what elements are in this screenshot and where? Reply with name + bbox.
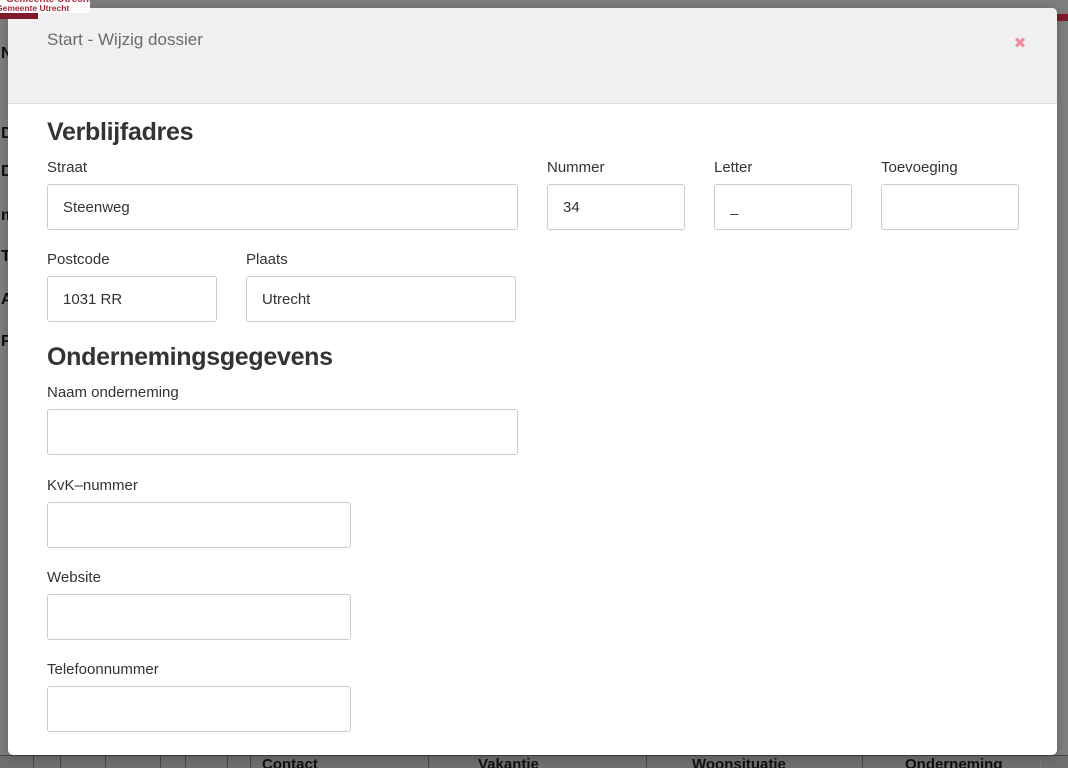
field-toevoeging: Toevoeging [881, 159, 1019, 230]
field-straat: Straat [47, 159, 518, 230]
brand-bar-right [1057, 14, 1068, 21]
field-kvk-nummer: KvK–nummer [47, 477, 1019, 548]
close-icon[interactable]: ✖ [1007, 30, 1033, 56]
section-heading-ondernemingsgegevens: Ondernemingsgegevens [47, 343, 1019, 372]
address-row-2: Postcode Plaats [47, 251, 1019, 322]
postcode-input[interactable] [47, 276, 217, 322]
address-row-1: Straat Nummer Letter Toevoeging [47, 159, 1019, 230]
naam-onderneming-input[interactable] [47, 409, 518, 455]
field-nummer: Nummer [547, 159, 685, 230]
letter-input[interactable] [714, 184, 852, 230]
dialog-header: Start - Wijzig dossier ✖ [8, 8, 1057, 104]
nummer-label: Nummer [547, 159, 685, 176]
naam-onderneming-label: Naam onderneming [47, 384, 1019, 401]
field-postcode: Postcode [47, 251, 217, 322]
telefoonnummer-label: Telefoonnummer [47, 661, 1019, 678]
dialog-title: Start - Wijzig dossier [47, 30, 203, 50]
field-letter: Letter [714, 159, 852, 230]
wijzig-dossier-dialog: Start - Wijzig dossier ✖ Verblijfadres S… [8, 8, 1057, 755]
section-heading-verblijfadres: Verblijfadres [47, 118, 1019, 147]
postcode-label: Postcode [47, 251, 217, 268]
website-input[interactable] [47, 594, 351, 640]
toevoeging-input[interactable] [881, 184, 1019, 230]
kvk-nummer-input[interactable] [47, 502, 351, 548]
brand-bar-left [0, 13, 38, 19]
toevoeging-label: Toevoeging [881, 159, 1019, 176]
nummer-input[interactable] [547, 184, 685, 230]
kvk-nummer-label: KvK–nummer [47, 477, 1019, 494]
dialog-body: Verblijfadres Straat Nummer Letter Toevo… [8, 104, 1057, 732]
telefoonnummer-input[interactable] [47, 686, 351, 732]
plaats-label: Plaats [246, 251, 516, 268]
straat-label: Straat [47, 159, 518, 176]
logo-text: Gemeente Utrecht [0, 3, 69, 13]
plaats-input[interactable] [246, 276, 516, 322]
website-label: Website [47, 569, 1019, 586]
field-telefoonnummer: Telefoonnummer [47, 661, 1019, 732]
straat-input[interactable] [47, 184, 518, 230]
field-plaats: Plaats [246, 251, 516, 322]
field-website: Website [47, 569, 1019, 640]
field-naam-onderneming: Naam onderneming [47, 384, 1019, 455]
gemeente-utrecht-logo: Gemeente Utrecht Gemeente Utrecht [0, 0, 90, 13]
letter-label: Letter [714, 159, 852, 176]
